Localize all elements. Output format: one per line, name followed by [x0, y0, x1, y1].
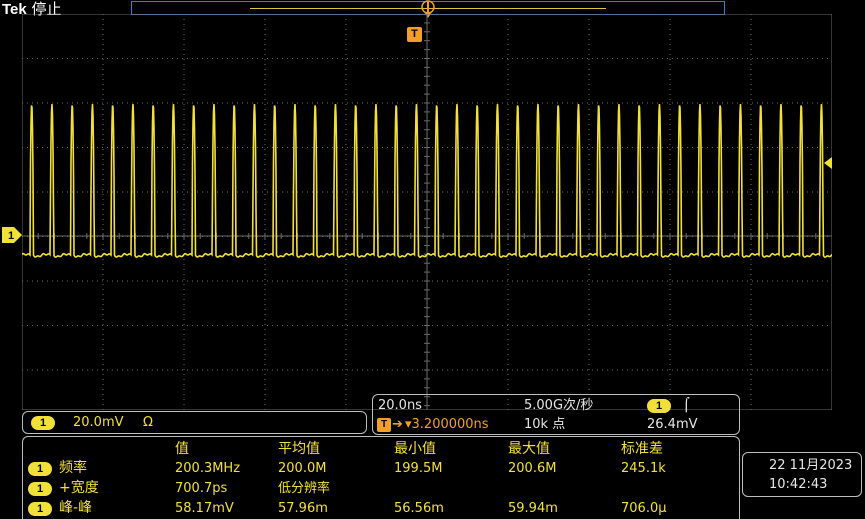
trigger-source-badge: 1 [647, 399, 671, 413]
channel-coupling-icon: Ω [143, 415, 153, 430]
row-min: 199.5M [394, 461, 443, 476]
horizontal-trigger-box[interactable]: 20.0ns 5.00G次/秒 1 ⌠ T ➔ ▾3.200000ns 10k … [372, 394, 740, 435]
row-channel-badge: 1 [28, 482, 52, 496]
graticule-grid [22, 14, 832, 410]
datetime-box[interactable]: 22 11月2023 10:42:43 [742, 452, 862, 497]
date: 22 11月2023 [769, 458, 853, 473]
channel-scale-box[interactable]: 1 20.0mV Ω [22, 411, 367, 434]
row-mean: 200.0M [278, 461, 327, 476]
row-min: 56.56m [394, 501, 444, 516]
row-channel-badge: 1 [28, 462, 52, 476]
sample-rate: 5.00G次/秒 [524, 398, 594, 413]
column-header-min: 最小值 [394, 441, 436, 457]
row-label: 频率 [59, 460, 87, 476]
row-label: 峰-峰 [59, 500, 93, 516]
ch1-marker-label: 1 [8, 230, 14, 242]
row-max: 200.6M [508, 461, 557, 476]
time-scale: 20.0ns [378, 398, 422, 413]
row-channel-badge: 1 [28, 502, 52, 516]
column-header-std: 标准差 [621, 441, 663, 457]
row-value: 58.17mV [175, 501, 234, 516]
trigger-delay: ▾3.200000ns [405, 417, 489, 432]
column-header-mean: 平均值 [278, 441, 320, 457]
waveform-display[interactable] [22, 14, 832, 410]
trigger-level: 26.4mV [647, 417, 698, 432]
trigger-delay-arrow-icon: ➔ [392, 417, 403, 432]
row-mean: 57.96m [278, 501, 328, 516]
channel-badge: 1 [31, 416, 55, 430]
measurement-table[interactable]: 值 平均值 最小值 最大值 标准差 1 频率 200.3MHz 200.0M 1… [22, 436, 740, 519]
time: 10:42:43 [769, 477, 828, 492]
column-header-value: 值 [175, 441, 189, 457]
row-std: 706.0μ [621, 501, 667, 516]
row-value: 200.3MHz [175, 461, 241, 476]
record-length: 10k 点 [524, 417, 566, 432]
column-header-max: 最大值 [508, 441, 550, 457]
row-value: 700.7ps [175, 481, 228, 496]
row-label: +宽度 [59, 480, 99, 496]
channel-scale: 20.0mV [73, 415, 124, 430]
trigger-slope-icon: ⌠ [683, 398, 690, 413]
trigger-level-icon[interactable] [822, 157, 832, 169]
row-mean: 低分辨率 [278, 481, 331, 496]
row-std: 245.1k [621, 461, 666, 476]
ch1-ground-marker[interactable]: 1 [0, 227, 22, 243]
row-max: 59.94m [508, 501, 558, 516]
trigger-delay-badge: T [377, 418, 391, 432]
